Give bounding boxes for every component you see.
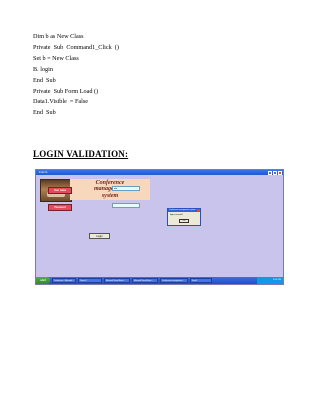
code-line: End Sub: [33, 76, 56, 84]
code-listing: Dim b as New Class Private Sub Command1_…: [33, 32, 119, 119]
taskbar-item[interactable]: Project1: [78, 278, 102, 283]
user-name-field[interactable]: abc: [112, 186, 140, 191]
taskbar-item[interactable]: Conference management...: [160, 278, 188, 283]
code-line: End Sub: [33, 109, 56, 117]
user-name-label: User name: [48, 187, 72, 194]
taskbar-item[interactable]: Conference - Microsoft...: [52, 278, 76, 283]
code-line: Private Sub Form Load (): [33, 87, 99, 95]
taskbar-item[interactable]: Microsoft Visual Basic...: [132, 278, 158, 283]
login-button[interactable]: Login: [89, 233, 110, 239]
window-title: Form1: [39, 170, 48, 174]
close-icon[interactable]: [197, 209, 200, 212]
code-line: Data1.Visible = False: [33, 98, 89, 106]
close-icon[interactable]: [278, 170, 282, 175]
password-label: Password: [48, 204, 72, 211]
taskbar-item[interactable]: Form1: [190, 278, 212, 283]
code-line: Dim b as New Class: [33, 33, 84, 40]
message-text: login successful: [170, 213, 183, 216]
code-line: Set b = New Class: [33, 54, 79, 62]
maximize-icon[interactable]: [273, 170, 277, 175]
system-tray-clock: 2:50 PM: [257, 277, 283, 284]
taskbar: start Conference - Microsoft... Project1…: [36, 277, 283, 284]
taskbar-item[interactable]: Microsoft Visual Basic...: [104, 278, 130, 283]
message-box-title: Conference management system: [168, 209, 200, 212]
message-box: Conference management system login succe…: [167, 208, 201, 226]
ok-button[interactable]: OK: [179, 219, 189, 223]
app-screenshot: Form1 Conference management system User …: [35, 169, 284, 285]
code-line: Private Sub Command1_Click (): [33, 43, 119, 51]
window-controls: [268, 170, 282, 175]
password-field[interactable]: [112, 203, 140, 208]
section-heading: LOGIN VALIDATION:: [33, 149, 129, 159]
code-line: B. login: [33, 65, 53, 73]
window-titlebar: Form1: [36, 170, 283, 175]
start-button[interactable]: start: [36, 277, 50, 284]
banner-line: system: [101, 192, 119, 199]
minimize-icon[interactable]: [268, 170, 272, 175]
